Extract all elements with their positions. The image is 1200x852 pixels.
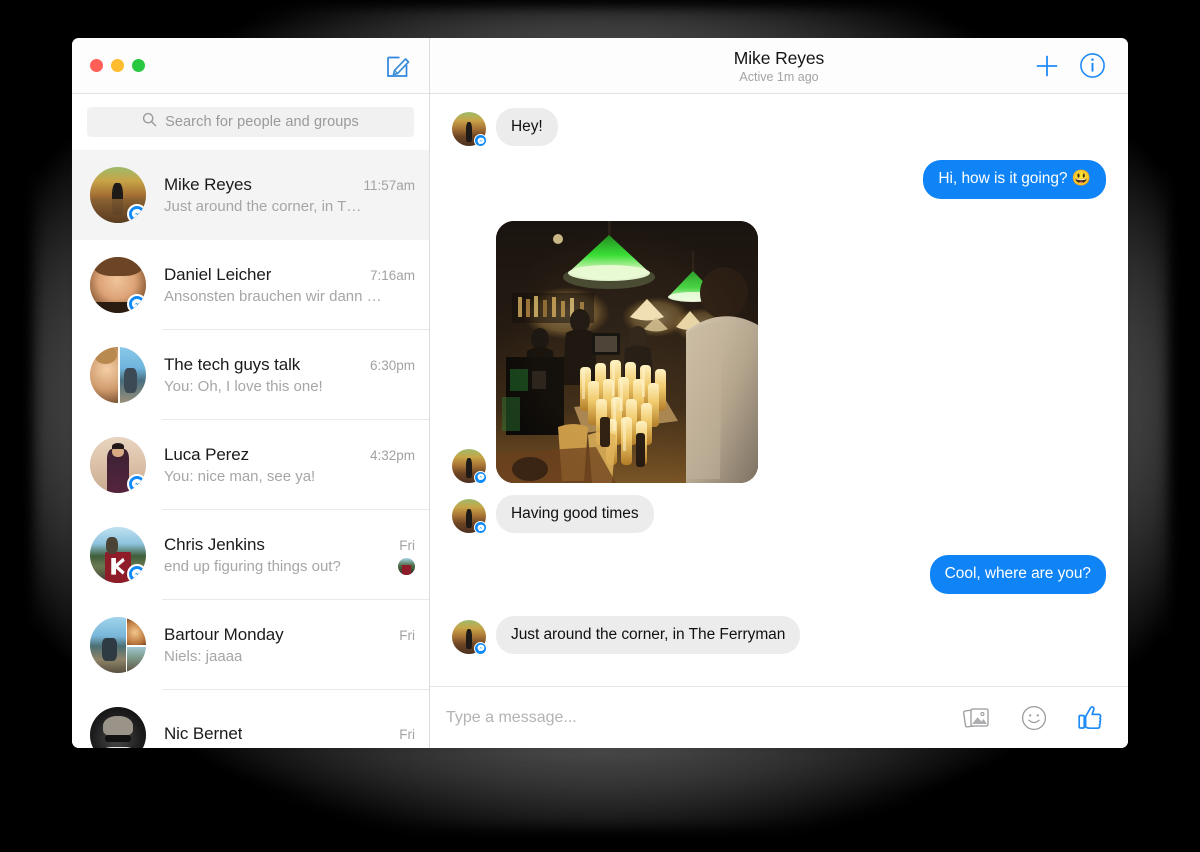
zoom-button[interactable]: [132, 59, 145, 72]
conversation-item-the-tech-guys-talk[interactable]: The tech guys talk 6:30pm You: Oh, I lov…: [72, 330, 429, 420]
message-row: Having good times: [452, 494, 1106, 535]
message-row: Cool, where are you?: [452, 555, 1106, 594]
conversation-item-nic-bernet[interactable]: Nic Bernet Fri: [72, 690, 429, 748]
conversation-time: 7:16am: [369, 268, 415, 283]
messenger-badge-icon: [127, 564, 146, 583]
conversation-item-luca-perez[interactable]: Luca Perez 4:32pm You: nice man, see ya!: [72, 420, 429, 510]
avatar-group: [90, 347, 146, 403]
messenger-badge-icon: [127, 474, 146, 493]
search-placeholder: Search for people and groups: [165, 114, 359, 130]
messenger-badge-icon: [474, 470, 487, 484]
conversation-name: Daniel Leicher: [164, 265, 272, 284]
chat-pane: Mike Reyes Active 1m ago Hey! Hi, how is…: [430, 38, 1128, 748]
messenger-badge-icon: [127, 204, 146, 223]
conversation-time: 11:57am: [363, 178, 415, 193]
conversation-text: Chris Jenkins Fri end up figuring things…: [164, 535, 415, 575]
conversation-time: Fri: [399, 628, 415, 643]
message-input[interactable]: [446, 708, 943, 727]
conversation-time: 6:30pm: [369, 358, 415, 373]
conversation-item-bartour-monday[interactable]: Bartour Monday Fri Niels: jaaaa: [72, 600, 429, 690]
seen-receipt-avatar: [398, 558, 415, 575]
message-bubble[interactable]: Just around the corner, in The Ferryman: [496, 615, 801, 654]
conversation-snippet: end up figuring things out?: [164, 558, 341, 575]
conversation-name: Chris Jenkins: [164, 535, 265, 554]
conversation-snippet: Ansonsten brauchen wir dann …: [164, 288, 382, 305]
chat-title: Mike Reyes: [733, 47, 825, 68]
sticker-smiley-icon[interactable]: [1021, 705, 1047, 731]
search-container: Search for people and groups: [72, 94, 429, 150]
avatar: [90, 707, 146, 748]
message-photo-attachment[interactable]: [496, 220, 758, 483]
message-composer: [430, 686, 1128, 748]
conversation-name: Nic Bernet: [164, 723, 243, 743]
avatar: [90, 437, 146, 493]
window-titlebar: [72, 38, 429, 94]
conversation-time: 4:32pm: [369, 448, 415, 463]
message-avatar: [452, 112, 487, 148]
conversation-name: The tech guys talk: [164, 355, 301, 374]
chat-subtitle: Active 1m ago: [739, 69, 819, 84]
avatar-group: [90, 617, 146, 673]
message-avatar: [452, 448, 487, 484]
search-icon: [142, 112, 157, 132]
conversation-item-chris-jenkins[interactable]: Chris Jenkins Fri end up figuring things…: [72, 510, 429, 600]
search-input[interactable]: Search for people and groups: [87, 107, 414, 137]
avatar: [90, 167, 146, 223]
messenger-badge-icon: [474, 641, 487, 655]
conversation-text: Daniel Leicher 7:16am Ansonsten brauchen…: [164, 265, 415, 305]
conversation-time: Fri: [399, 726, 415, 742]
message-row-photo: [452, 220, 1106, 484]
avatar: [90, 257, 146, 313]
info-icon[interactable]: [1079, 52, 1106, 79]
thumbs-up-icon[interactable]: [1077, 704, 1104, 731]
chat-title-block: Mike Reyes Active 1m ago: [430, 48, 1128, 84]
conversation-name: Mike Reyes: [164, 175, 252, 194]
message-avatar: [452, 499, 487, 535]
composer-actions: [963, 704, 1104, 731]
message-bubble[interactable]: Cool, where are you?: [929, 555, 1106, 594]
conversation-list[interactable]: Mike Reyes 11:57am Just around the corne…: [72, 150, 429, 748]
conversation-snippet: You: nice man, see ya!: [164, 468, 316, 485]
message-thread[interactable]: Hey! Hi, how is it going? 😃 Having good …: [430, 94, 1128, 686]
conversation-name: Luca Perez: [164, 445, 249, 464]
plus-icon[interactable]: [1034, 53, 1060, 79]
close-button[interactable]: [90, 59, 103, 72]
sidebar-scrollbar[interactable]: [424, 156, 428, 456]
photo-icon[interactable]: [963, 705, 991, 731]
sidebar: Search for people and groups Mike Reyes: [72, 38, 430, 748]
conversation-text: Bartour Monday Fri Niels: jaaaa: [164, 625, 415, 665]
conversation-text: Nic Bernet Fri: [164, 724, 415, 747]
conversation-snippet: Just around the corner, in T…: [164, 198, 362, 215]
conversation-text: Mike Reyes 11:57am Just around the corne…: [164, 175, 415, 215]
messenger-badge-icon: [127, 294, 146, 313]
traffic-lights: [90, 59, 145, 72]
message-bubble[interactable]: Hi, how is it going? 😃: [923, 160, 1106, 199]
minimize-button[interactable]: [111, 59, 124, 72]
conversation-snippet: Niels: jaaaa: [164, 648, 243, 665]
chat-header-actions: [1034, 52, 1128, 79]
conversation-snippet: You: Oh, I love this one!: [164, 378, 323, 395]
conversation-item-mike-reyes[interactable]: Mike Reyes 11:57am Just around the corne…: [72, 150, 429, 240]
avatar: [90, 527, 146, 583]
conversation-text: The tech guys talk 6:30pm You: Oh, I lov…: [164, 355, 415, 395]
chat-header: Mike Reyes Active 1m ago: [430, 38, 1128, 94]
message-row: Hey!: [452, 108, 1106, 148]
conversation-item-daniel-leicher[interactable]: Daniel Leicher 7:16am Ansonsten brauchen…: [72, 240, 429, 330]
message-bubble[interactable]: Having good times: [496, 494, 654, 534]
message-avatar: [452, 619, 487, 655]
message-bubble[interactable]: Hey!: [496, 108, 558, 147]
messenger-window: Search for people and groups Mike Reyes: [72, 38, 1128, 748]
message-row: Hi, how is it going? 😃: [452, 160, 1106, 199]
conversation-name: Bartour Monday: [164, 625, 284, 644]
conversation-text: Luca Perez 4:32pm You: nice man, see ya!: [164, 445, 415, 485]
conversation-time: Fri: [399, 538, 415, 553]
compose-icon[interactable]: [385, 53, 411, 79]
message-row: Just around the corner, in The Ferryman: [452, 615, 1106, 655]
